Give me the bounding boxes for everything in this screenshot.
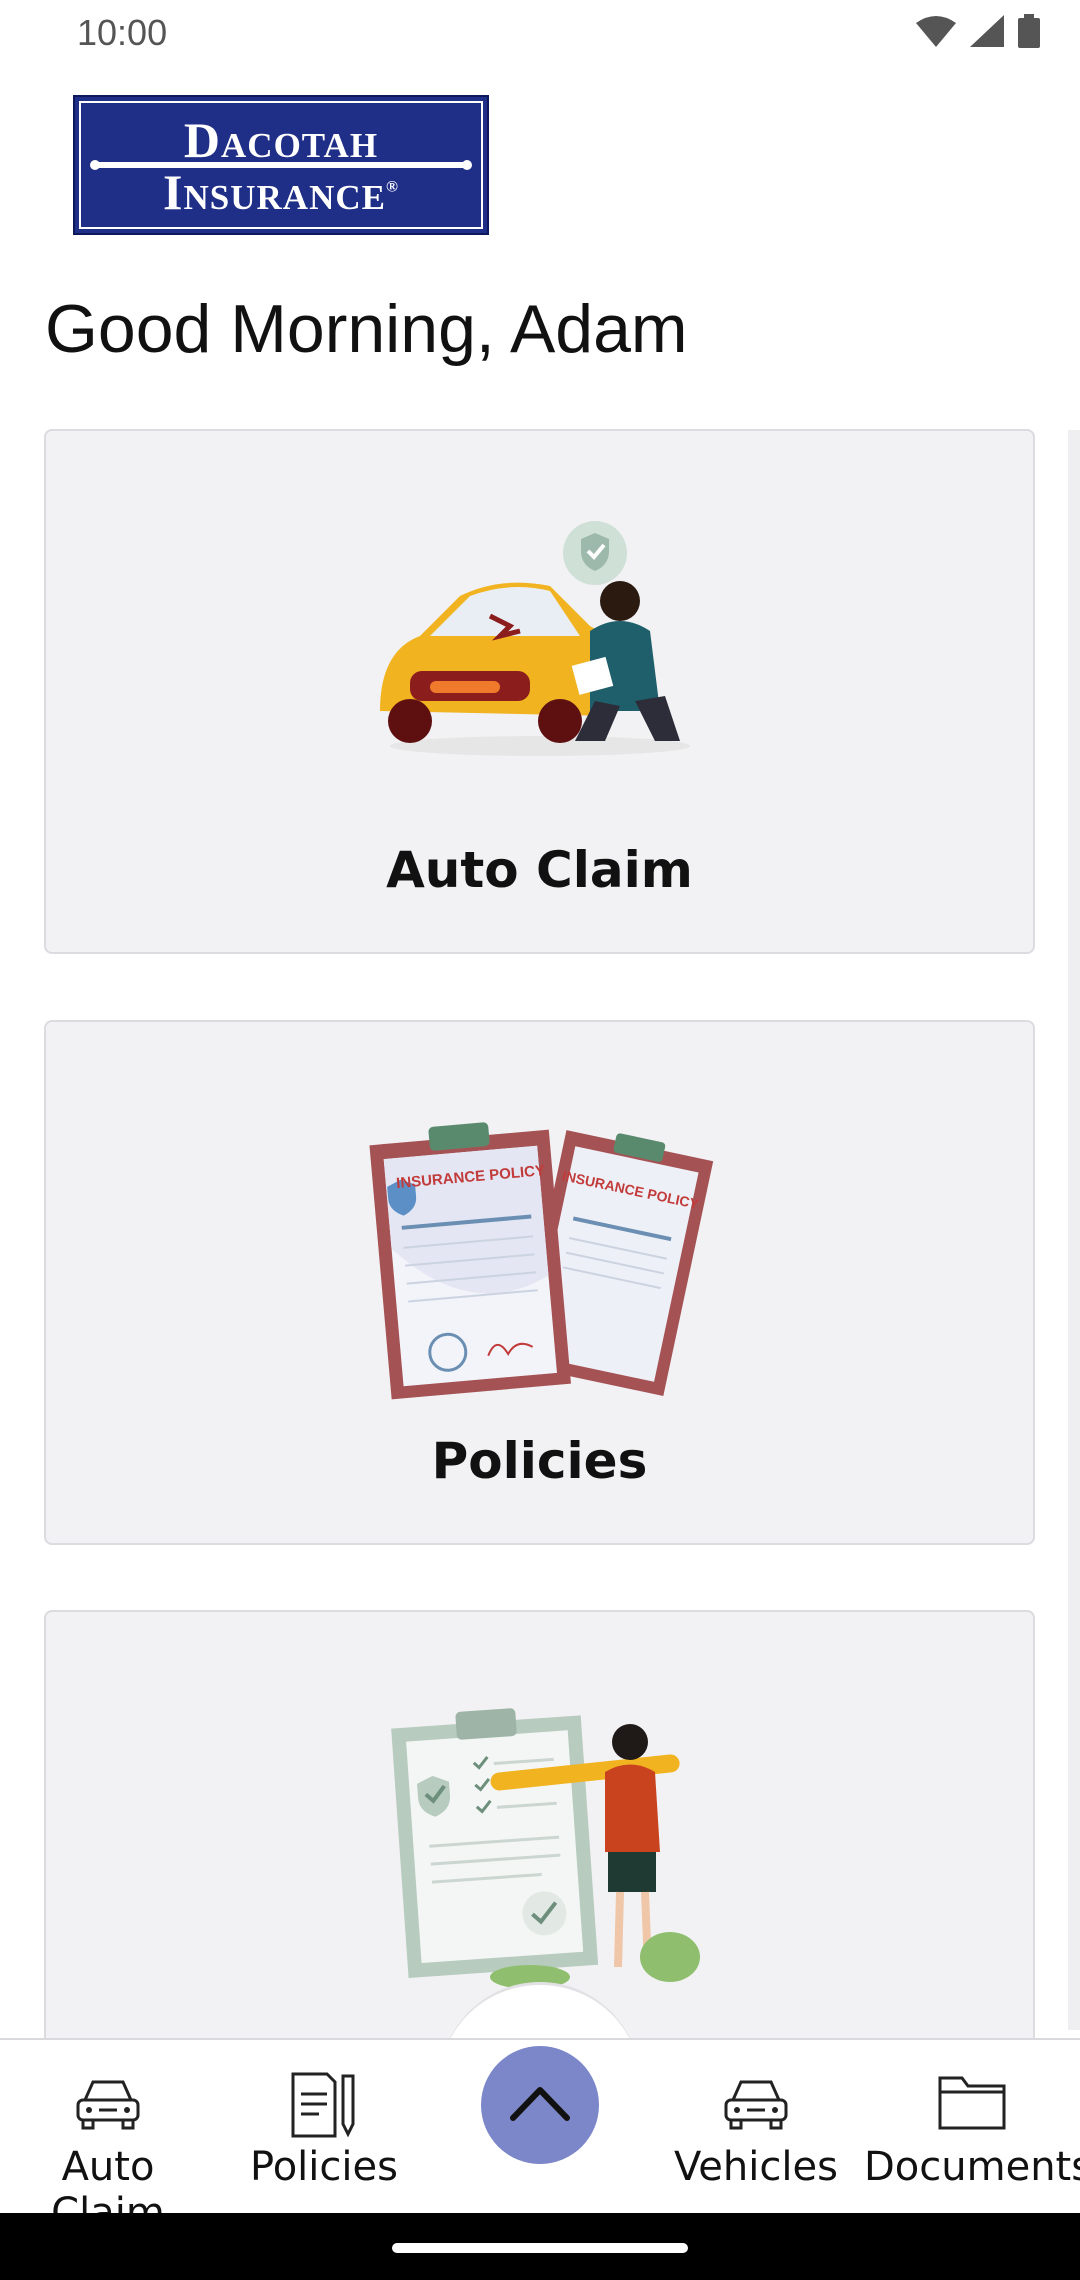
chevron-up-icon (510, 2087, 570, 2121)
system-navigation-bar (0, 2213, 1080, 2280)
nav-item-documents[interactable]: Documents (864, 2040, 1080, 2215)
folder-icon (938, 2076, 1006, 2130)
wifi-icon (916, 16, 956, 47)
status-time: 10:00 (77, 12, 168, 53)
logo-text-line2: Insurance® (75, 163, 487, 221)
nav-label-documents: Documents (864, 2144, 1080, 2190)
nav-item-vehicles[interactable]: Vehicles (648, 2040, 864, 2215)
car-damage-inspection-illustration (379, 521, 690, 756)
insurance-policy-clipboards-illustration: INSURANCE POLICY INSURANCE POLICY (368, 1122, 713, 1400)
signal-icon (970, 15, 1004, 47)
checklist-with-pencil-illustration (390, 1708, 700, 1989)
nav-item-policies[interactable]: Policies (216, 2040, 432, 2215)
auto-claim-card[interactable]: Auto Claim (44, 429, 1035, 954)
nav-item-auto-claim[interactable]: Auto Claim (0, 2040, 216, 2236)
logo-text-line2-word: Insurance (163, 164, 386, 220)
nav-label-vehicles: Vehicles (674, 2144, 838, 2190)
expand-menu-button[interactable] (481, 2046, 599, 2164)
home-gesture-handle[interactable] (392, 2243, 688, 2253)
scroll-indicator (1068, 430, 1080, 2030)
battery-icon (1018, 14, 1040, 48)
car-icon (76, 2080, 140, 2130)
status-bar: 10:00 (0, 0, 1080, 70)
policies-card[interactable]: INSURANCE POLICY INSURANCE POLICY Polici… (44, 1020, 1035, 1545)
greeting-heading: Good Morning, Adam (45, 291, 688, 367)
car-icon (724, 2080, 788, 2130)
status-icons (916, 14, 1040, 48)
logo-text-line1: Dacotah (183, 112, 379, 168)
auto-claim-card-label: Auto Claim (386, 841, 693, 899)
document-pencil-icon (291, 2072, 355, 2138)
company-logo: Dacotah Insurance® (73, 95, 489, 235)
logo-registered-mark: ® (385, 178, 399, 196)
nav-label-policies: Policies (250, 2144, 398, 2190)
policies-card-label: Policies (431, 1432, 648, 1490)
